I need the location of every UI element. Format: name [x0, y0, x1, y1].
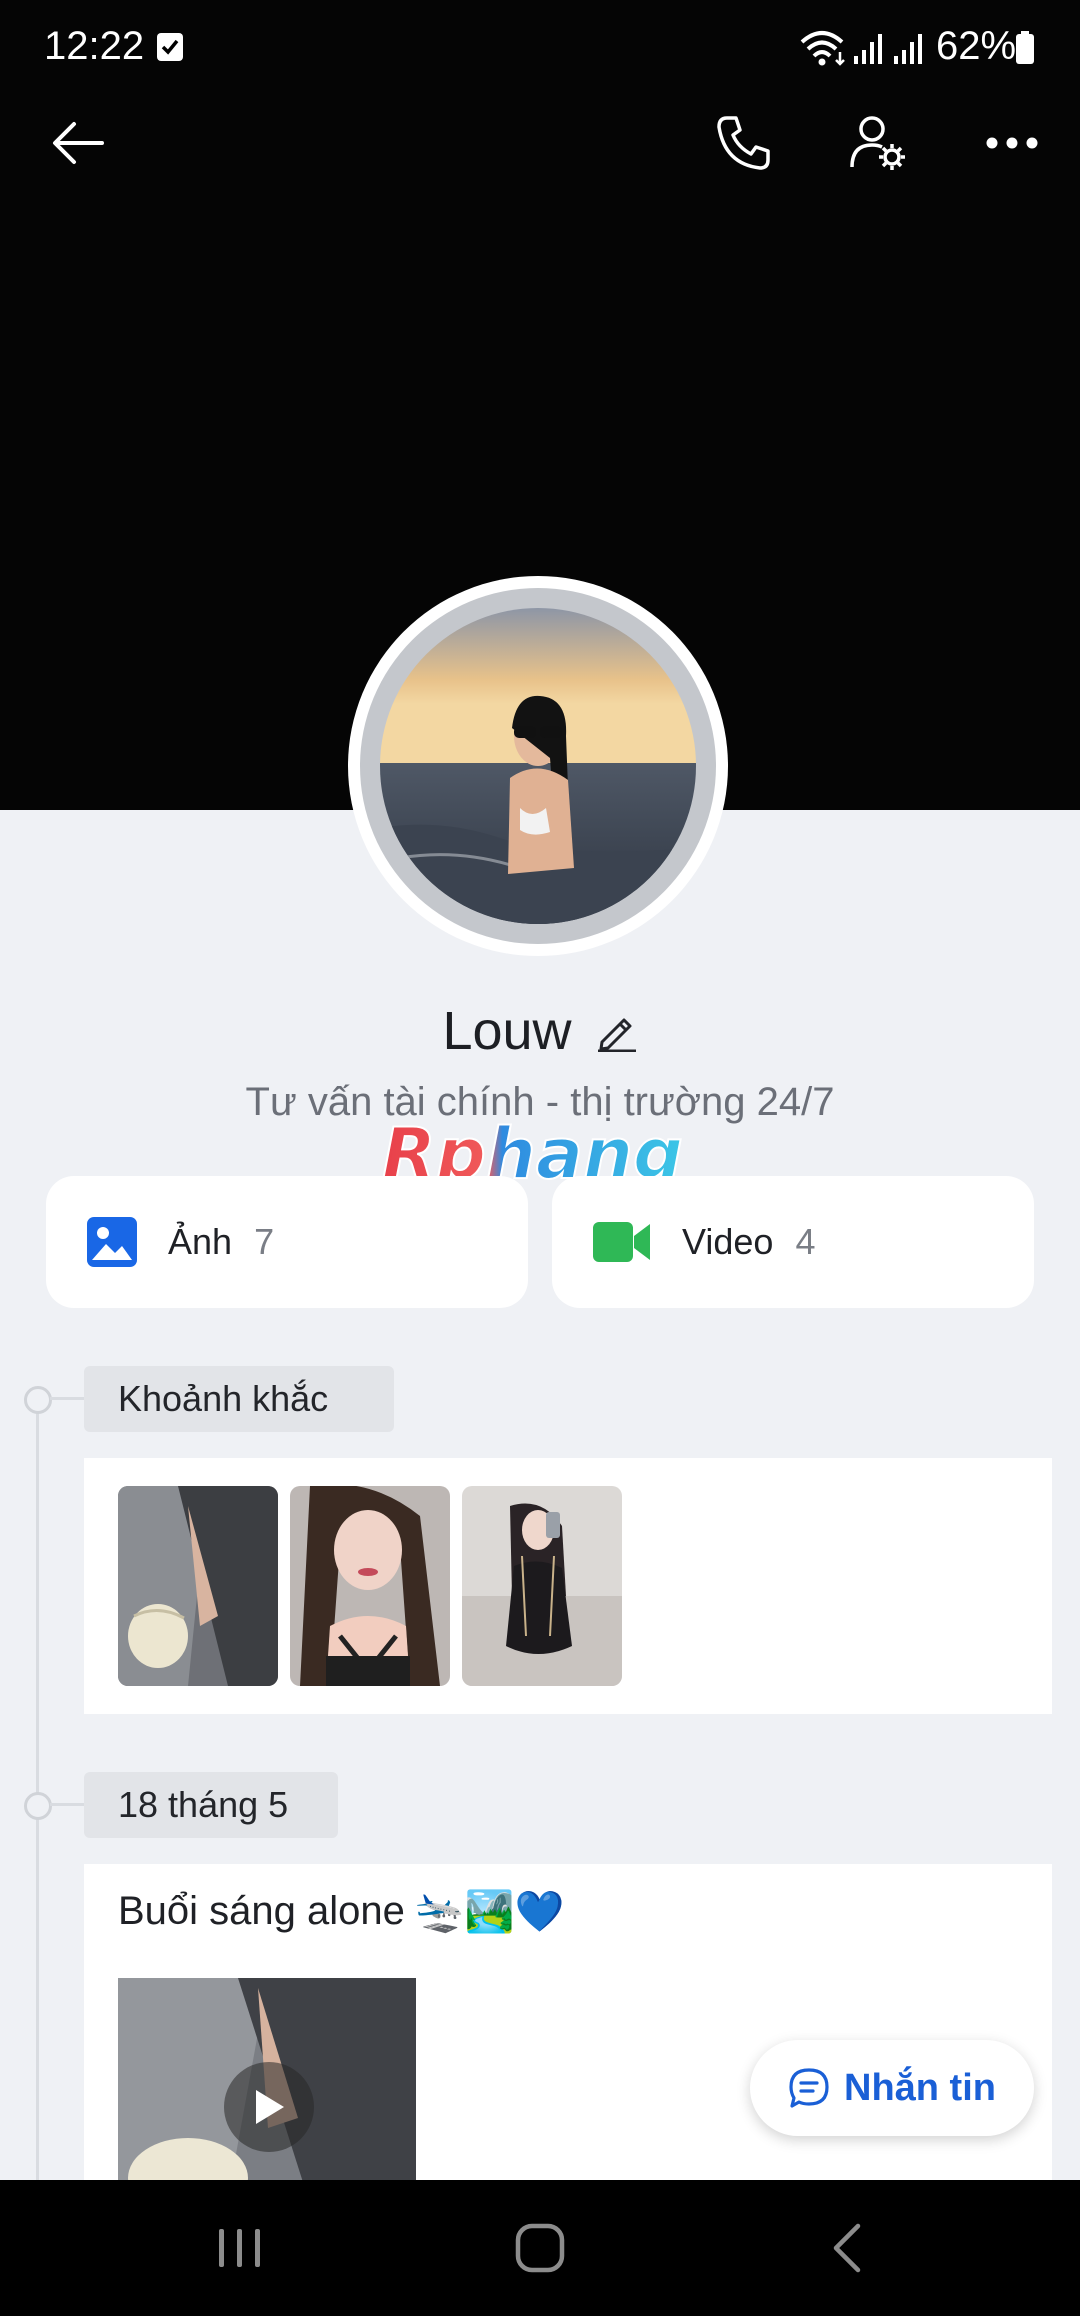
post-video-thumbnail[interactable]: [118, 1978, 416, 2184]
videos-label: Video: [682, 1221, 774, 1262]
phone-icon: [717, 116, 770, 170]
battery-icon: [1016, 31, 1034, 64]
status-time: 12:22: [44, 24, 145, 68]
home-button[interactable]: [500, 2214, 580, 2282]
message-button-label: Nhắn tin: [844, 2066, 996, 2109]
videos-count: 4: [795, 1221, 816, 1262]
moment-thumbnail[interactable]: [290, 1486, 450, 1686]
signal-icon: [854, 34, 882, 64]
name-row: Louw: [0, 1000, 1080, 1062]
home-icon: [515, 2223, 565, 2273]
back-button[interactable]: [38, 103, 118, 183]
moment-thumbnail[interactable]: [462, 1486, 622, 1686]
chevron-left-icon: [833, 2223, 861, 2273]
more-dots-icon: [986, 137, 1038, 149]
status-bar: 12:22 62%: [0, 0, 1080, 96]
timeline-connector: [50, 1803, 86, 1806]
post-emojis: 🛬🏞️💙: [414, 1890, 565, 1934]
user-settings-icon: [850, 116, 905, 170]
recent-apps-icon: [219, 2229, 260, 2267]
photos-card[interactable]: Ảnh 7: [46, 1176, 528, 1308]
timeline-post[interactable]: Buổi sáng alone 🛬🏞️💙: [84, 1864, 1052, 2184]
post-caption: Buổi sáng alone 🛬🏞️💙: [118, 1888, 564, 1935]
battery-percent: 62%: [936, 24, 1017, 68]
videos-card[interactable]: Video 4: [552, 1176, 1034, 1308]
play-button[interactable]: [224, 2062, 314, 2152]
profile-settings-button[interactable]: [838, 103, 918, 183]
moments-label: Khoảnh khắc: [84, 1366, 394, 1432]
message-button[interactable]: Nhắn tin: [750, 2040, 1034, 2136]
moments-strip: [84, 1458, 1052, 1714]
moment-thumbnail[interactable]: [118, 1486, 278, 1686]
timeline-dot: [24, 1792, 52, 1820]
call-button[interactable]: [704, 103, 784, 183]
video-camera-icon: [593, 1222, 650, 1262]
image-icon: [87, 1217, 137, 1267]
checkbox-notification-icon: [157, 33, 183, 61]
recent-apps-button[interactable]: [200, 2214, 280, 2282]
wifi-icon: [800, 31, 845, 66]
avatar[interactable]: [380, 608, 696, 924]
post-caption-text: Buổi sáng alone: [118, 1889, 405, 1933]
profile-name: Louw: [442, 1001, 572, 1061]
date-label: 18 tháng 5: [84, 1772, 338, 1838]
photos-count: 7: [254, 1221, 275, 1262]
signal-icon-2: [894, 34, 922, 64]
play-icon: [256, 2090, 284, 2124]
timeline-dot: [24, 1386, 52, 1414]
timeline-connector: [50, 1397, 86, 1400]
more-options-button[interactable]: [972, 103, 1052, 183]
photos-label: Ảnh: [168, 1221, 233, 1262]
chat-bubble-icon: [789, 2068, 829, 2108]
system-back-button[interactable]: [806, 2214, 886, 2282]
system-nav-bar: [0, 2180, 1080, 2316]
edit-pencil-icon[interactable]: [596, 1010, 638, 1052]
arrow-left-icon: [53, 122, 104, 164]
